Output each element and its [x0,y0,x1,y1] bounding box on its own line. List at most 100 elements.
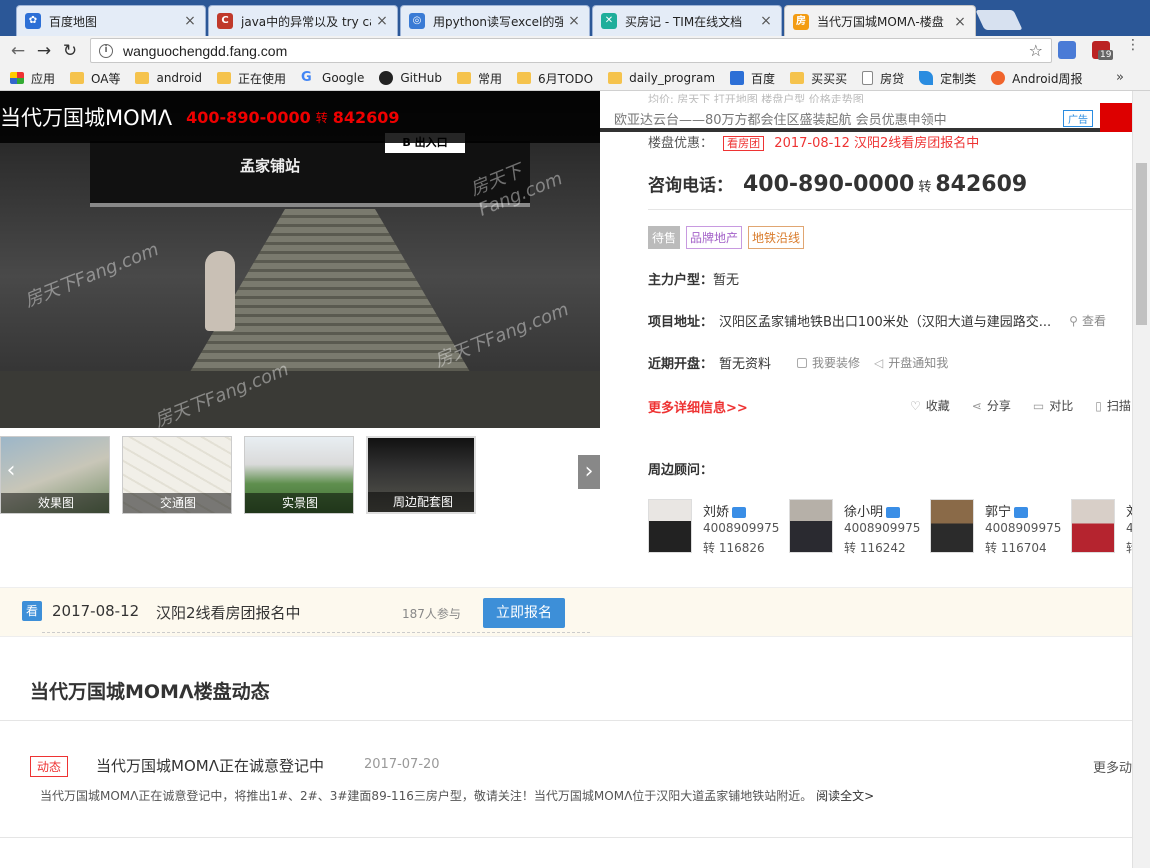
consult-label: 咨询电话： [648,176,733,196]
page-scrollbar[interactable] [1132,91,1150,868]
tab-fang-active[interactable]: 房 当代万国城MOMΛ-楼盘 × [784,5,976,37]
share-button[interactable]: ⋖ 分享 [972,397,1011,414]
thumb-surroundings-active[interactable]: 周边配套图 [366,436,476,514]
news-date: 2017-07-20 [364,757,440,772]
bookmark-label: 房贷 [880,71,905,86]
news-headline[interactable]: 当代万国城MOMΛ正在诚意登记中 [96,755,324,776]
news-badge: 动态 [30,756,69,777]
x-doc-icon: ✕ [601,13,617,29]
close-icon[interactable]: × [567,13,581,29]
tab-java-exception[interactable]: C java中的异常以及 try ca × [208,5,398,36]
view-map-link[interactable]: ⚲ 查看 [1069,312,1106,329]
bookmarks-overflow-icon[interactable]: » [1116,70,1124,85]
c-icon: C [217,13,233,29]
info-icon[interactable]: i [99,43,113,58]
ad-bar[interactable]: 欧亚达云台——80万方都会住区盛装起航 会员优惠申领中 广告 [600,103,1132,132]
bookmark-custom[interactable]: 定制类 [919,70,976,87]
more-details-link[interactable]: 更多详细信息>> [648,397,748,416]
more-dynamics-link[interactable]: 更多动 [1093,757,1132,776]
thumb-caption: 实景图 [245,493,353,513]
bookmark-android-weekly[interactable]: Android周报 [991,70,1083,87]
group-title[interactable]: 汉阳2线看房团报名中 [156,602,301,623]
favorite-button[interactable]: ♡ 收藏 [910,397,950,414]
extension-icon[interactable]: 19 [1092,41,1114,60]
tab-python-excel[interactable]: ◎ 用python读写excel的强 × [400,5,590,36]
bookmark-label: 应用 [31,71,56,86]
avatar [789,499,833,553]
scrollbar-thumb[interactable] [1136,163,1147,325]
address-bar[interactable]: i wanguochengdd.fang.com ☆ [90,38,1052,63]
thumb-caption: 交通图 [123,493,231,513]
advisor-card[interactable]: 刘娇 4008909975 转 116826 [648,499,788,555]
bookmark-june-todo[interactable]: 6月TODO [516,70,594,87]
thumb-caption: 周边配套图 [368,492,474,512]
decorate-link[interactable]: 我要装修 [797,354,860,371]
folder-icon [456,72,471,84]
bookmark-daily-program[interactable]: daily_program [608,71,715,85]
advisor-card[interactable]: 徐小明 4008909975 转 116242 [789,499,929,555]
bookmark-in-use[interactable]: 正在使用 [217,70,286,87]
opening-label: 近期开盘： [648,357,714,372]
action-row: ♡ 收藏 ⋖ 分享 ▭ 对比 ▯ 扫描 [910,397,1131,414]
prev-arrow-icon[interactable]: ‹ [0,453,22,489]
banner-extension: 842609 [332,107,400,127]
eye-badge-icon: 看 [22,601,42,621]
bookmark-label: 买买买 [811,71,848,86]
group-date: 2017-08-12 [52,602,140,620]
next-arrow-icon[interactable]: › [578,455,600,489]
consult-number: 400-890-0000 [743,172,915,197]
avatar [1071,499,1115,553]
bookmark-label: 定制类 [940,71,977,86]
menu-icon[interactable]: ⋮ [1126,38,1140,52]
advisor-card[interactable]: 郭宁 4008909975 转 116704 [930,499,1070,555]
tag-metro: 地铁沿线 [748,226,805,249]
scan-button[interactable]: ▯ 扫描 [1095,397,1131,414]
tab-tim-doc[interactable]: ✕ 买房记 - TIM在线文档 × [592,5,782,36]
station-sign: 孟家铺站 [240,157,301,175]
ad-button[interactable] [1100,103,1132,132]
compare-button[interactable]: ▭ 对比 [1033,397,1073,414]
news-body: 当代万国城MOMΛ正在诚意登记中，将推出1#、2#、3#建面89-116三房户型… [40,787,874,804]
favorite-label: 收藏 [925,399,950,413]
bookmark-google[interactable]: G Google [301,71,364,86]
new-tab-button[interactable] [975,10,1023,30]
tab-baidu-map[interactable]: ✿ 百度地图 × [16,5,206,36]
decorate-label: 我要装修 [812,356,861,370]
read-more-link[interactable]: 阅读全文> [816,789,874,803]
forward-icon[interactable]: → [31,41,57,61]
bookmark-oa[interactable]: OA等 [70,70,120,87]
bookmark-label: 6月TODO [537,71,594,86]
bookmark-apps[interactable]: 应用 [10,70,55,87]
signup-button[interactable]: 立即报名 [483,598,565,628]
advisor-card[interactable]: 刘 4 转 [1071,499,1132,555]
tab-title: 当代万国城MOMΛ-楼盘 [817,15,944,29]
notify-link[interactable]: ◁ 开盘通知我 [874,354,948,371]
bookmark-android[interactable]: android [135,71,202,85]
bookmark-github[interactable]: GitHub [379,71,442,85]
close-icon[interactable]: × [759,13,773,29]
chat-icon[interactable] [886,507,901,518]
thumb-real-scene[interactable]: 实景图 [244,436,354,514]
bookmark-shopping[interactable]: 买买买 [790,70,847,87]
divider [0,837,1132,838]
star-icon[interactable]: ☆ [1029,41,1043,60]
chat-icon[interactable] [732,507,747,518]
close-icon[interactable]: × [953,14,967,30]
translate-icon[interactable] [1058,41,1076,59]
thumb-traffic[interactable]: 交通图 [122,436,232,514]
back-icon[interactable]: ← [5,41,31,61]
extension-badge: 19 [1098,50,1114,60]
bookmark-baidu[interactable]: 百度 [730,70,775,87]
close-icon[interactable]: × [183,13,197,29]
chat-icon[interactable] [1014,507,1029,518]
close-icon[interactable]: × [375,13,389,29]
bookmark-common[interactable]: 常用 [456,70,502,87]
consult-phone: 咨询电话： 400-890-0000 转 842609 [648,171,1132,199]
speaker-icon: ◁ [874,355,884,370]
promo-link[interactable]: 2017-08-12 汉阳2线看房团报名中 [774,136,979,151]
bookmarks-bar: 应用 OA等 android 正在使用 G Google GitHub 常用 6月… [0,66,1150,91]
ad-text[interactable]: 欧亚达云台——80万方都会住区盛装起航 会员优惠申领中 [614,109,947,128]
reload-icon[interactable]: ↻ [57,41,83,61]
bookmark-mortgage[interactable]: 房贷 [862,70,904,87]
address-label: 项目地址： [648,315,714,330]
